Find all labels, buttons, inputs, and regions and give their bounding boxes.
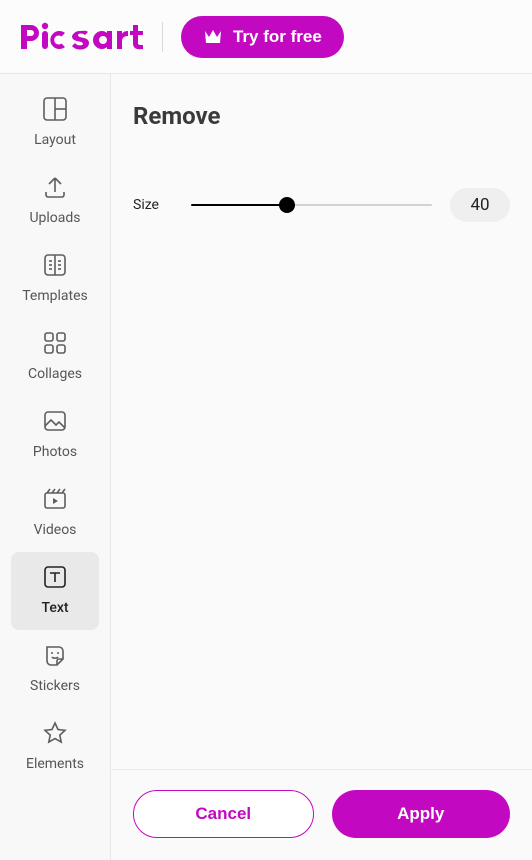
upload-icon	[42, 174, 68, 200]
sidebar-item-elements[interactable]: Elements	[11, 708, 99, 786]
sidebar-item-label: Text	[41, 600, 68, 616]
sidebar-item-uploads[interactable]: Uploads	[11, 162, 99, 240]
sidebar-item-layout[interactable]: Layout	[11, 84, 99, 162]
size-slider[interactable]	[191, 195, 432, 215]
sidebar-item-label: Collages	[28, 366, 82, 382]
sidebar-item-label: Uploads	[29, 210, 80, 226]
size-label: Size	[133, 197, 173, 213]
main-panel: Remove Size 40 Cancel Apply	[111, 74, 532, 860]
slider-fill	[191, 204, 287, 206]
cancel-button[interactable]: Cancel	[133, 790, 314, 838]
sidebar: Layout Uploads Templates Collages Photos Vide…	[0, 74, 111, 860]
templates-icon	[42, 252, 68, 278]
apply-button[interactable]: Apply	[332, 790, 511, 838]
layout-icon	[42, 96, 68, 122]
sidebar-item-templates[interactable]: Templates	[11, 240, 99, 318]
logo[interactable]	[18, 19, 144, 55]
sidebar-item-label: Photos	[33, 444, 77, 460]
sidebar-item-videos[interactable]: Videos	[11, 474, 99, 552]
star-icon	[42, 720, 68, 746]
try-for-free-button[interactable]: Try for free	[181, 16, 344, 58]
video-icon	[42, 486, 68, 512]
sidebar-item-text[interactable]: Text	[11, 552, 99, 630]
sidebar-item-label: Layout	[34, 132, 76, 148]
slider-thumb[interactable]	[279, 197, 295, 213]
size-value[interactable]: 40	[450, 188, 510, 222]
size-row: Size 40	[133, 188, 510, 222]
panel-title: Remove	[133, 102, 510, 130]
try-for-free-label: Try for free	[233, 27, 322, 47]
sidebar-item-label: Stickers	[30, 678, 80, 694]
sidebar-item-collages[interactable]: Collages	[11, 318, 99, 396]
text-icon	[42, 564, 68, 590]
sidebar-item-label: Elements	[26, 756, 84, 772]
sidebar-item-stickers[interactable]: Stickers	[11, 630, 99, 708]
crown-icon	[203, 29, 223, 45]
header-separator	[162, 22, 163, 52]
app-header: Try for free	[0, 0, 532, 74]
collages-icon	[42, 330, 68, 356]
photo-icon	[42, 408, 68, 434]
sidebar-item-label: Videos	[34, 522, 77, 538]
sidebar-item-photos[interactable]: Photos	[11, 396, 99, 474]
panel-footer: Cancel Apply	[111, 769, 532, 860]
sticker-icon	[42, 642, 68, 668]
sidebar-item-label: Templates	[22, 288, 88, 304]
